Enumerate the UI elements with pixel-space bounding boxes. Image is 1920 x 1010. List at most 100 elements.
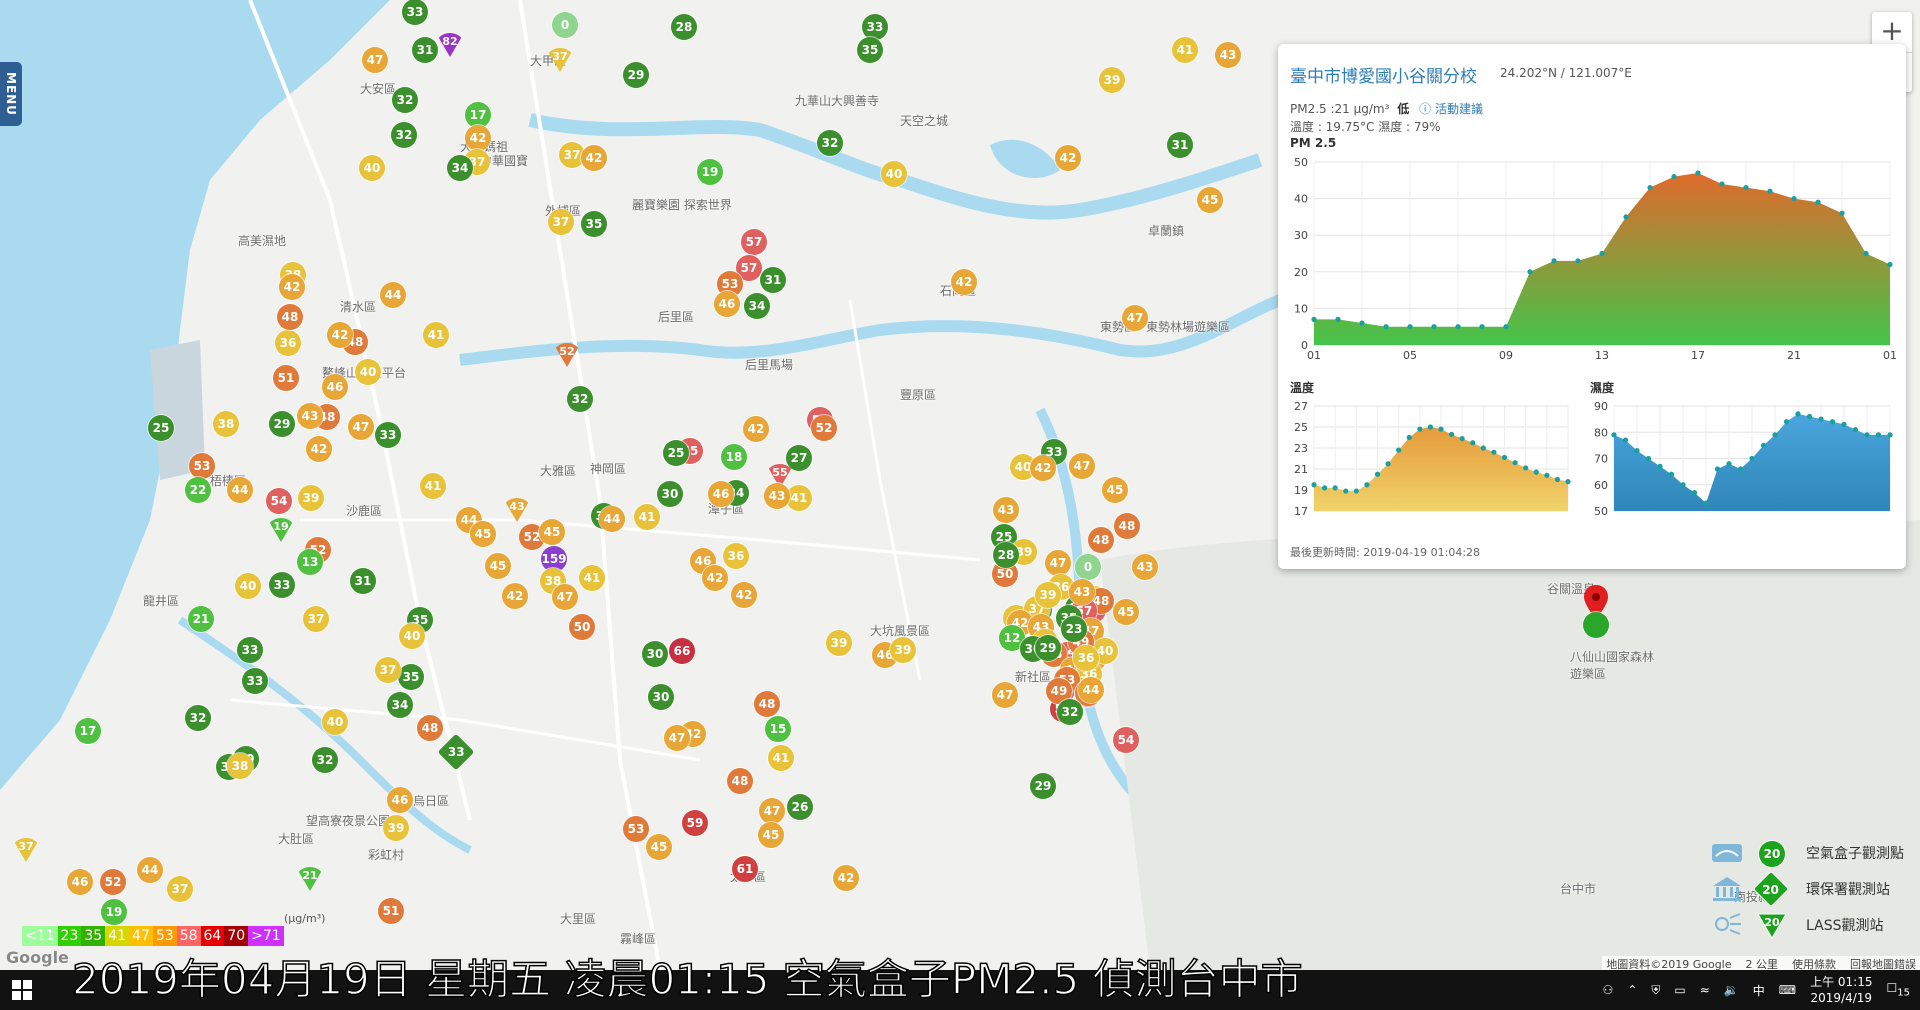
station-marker[interactable]: 39 bbox=[298, 485, 324, 511]
station-marker[interactable]: 39 bbox=[826, 630, 852, 656]
station-marker[interactable]: 40 bbox=[355, 359, 381, 385]
station-marker[interactable]: 32 bbox=[1057, 699, 1083, 725]
station-marker[interactable]: 19 bbox=[101, 899, 127, 925]
station-marker[interactable]: 40 bbox=[235, 573, 261, 599]
station-marker[interactable]: 35 bbox=[857, 37, 883, 63]
station-marker[interactable]: 44 bbox=[599, 506, 625, 532]
station-marker[interactable]: 46 bbox=[67, 869, 93, 895]
station-marker[interactable]: 29 bbox=[623, 62, 649, 88]
station-marker[interactable]: 33 bbox=[862, 14, 888, 40]
station-marker[interactable]: 82 bbox=[436, 33, 464, 57]
station-marker[interactable]: 32 bbox=[817, 130, 843, 156]
station-marker[interactable]: 33 bbox=[237, 637, 263, 663]
station-marker[interactable]: 19 bbox=[697, 159, 723, 185]
station-marker[interactable]: 38 bbox=[227, 753, 253, 779]
station-marker[interactable]: 30 bbox=[648, 684, 674, 710]
station-marker[interactable]: 39 bbox=[383, 815, 409, 841]
station-marker[interactable]: 17 bbox=[75, 718, 101, 744]
station-marker[interactable]: 59 bbox=[682, 810, 708, 836]
station-marker[interactable]: 42 bbox=[731, 582, 757, 608]
station-marker[interactable]: 54 bbox=[1113, 727, 1139, 753]
station-marker[interactable]: 0 bbox=[552, 12, 578, 38]
station-marker[interactable]: 48 bbox=[417, 715, 443, 741]
station-marker[interactable]: 61 bbox=[732, 856, 758, 882]
station-marker[interactable]: 43 bbox=[1069, 579, 1095, 605]
station-marker[interactable]: 45 bbox=[1113, 599, 1139, 625]
station-marker[interactable]: 42 bbox=[743, 416, 769, 442]
station-marker[interactable]: 32 bbox=[567, 386, 593, 412]
station-marker[interactable]: 43 bbox=[993, 497, 1019, 523]
station-marker[interactable]: 36 bbox=[723, 543, 749, 569]
station-marker[interactable]: 29 bbox=[1030, 773, 1056, 799]
station-marker[interactable]: 37 bbox=[546, 48, 574, 72]
station-marker[interactable]: 47 bbox=[1069, 453, 1095, 479]
station-marker[interactable]: 31 bbox=[1167, 132, 1193, 158]
station-marker[interactable]: 42 bbox=[279, 274, 305, 300]
station-marker[interactable]: 41 bbox=[634, 504, 660, 530]
station-marker[interactable]: 41 bbox=[423, 322, 449, 348]
station-marker[interactable]: 44 bbox=[137, 857, 163, 883]
station-marker[interactable]: 42 bbox=[833, 865, 859, 891]
station-marker[interactable]: 29 bbox=[269, 411, 295, 437]
station-marker[interactable]: 35 bbox=[398, 664, 424, 690]
station-marker[interactable]: 26 bbox=[787, 794, 813, 820]
station-marker[interactable]: 42 bbox=[327, 322, 353, 348]
station-marker[interactable]: 37 bbox=[167, 876, 193, 902]
station-marker[interactable]: 66 bbox=[669, 638, 695, 664]
selected-station-marker[interactable] bbox=[1583, 612, 1609, 638]
station-marker[interactable]: 15 bbox=[765, 716, 791, 742]
station-marker[interactable]: 52 bbox=[811, 415, 837, 441]
station-marker[interactable]: 45 bbox=[1102, 477, 1128, 503]
station-marker[interactable]: 41 bbox=[579, 565, 605, 591]
station-marker[interactable]: 51 bbox=[378, 898, 404, 924]
station-marker[interactable]: 33 bbox=[269, 572, 295, 598]
station-marker[interactable]: 47 bbox=[348, 414, 374, 440]
station-marker[interactable]: 45 bbox=[485, 553, 511, 579]
station-marker[interactable]: 46 bbox=[387, 787, 413, 813]
station-marker[interactable]: 42 bbox=[1055, 145, 1081, 171]
station-marker[interactable]: 43 bbox=[1132, 554, 1158, 580]
station-marker[interactable]: 47 bbox=[759, 798, 785, 824]
station-marker[interactable]: 42 bbox=[951, 269, 977, 295]
station-marker[interactable]: 43 bbox=[297, 403, 323, 429]
station-marker[interactable]: 25 bbox=[148, 415, 174, 441]
station-marker[interactable]: 40 bbox=[881, 161, 907, 187]
station-marker[interactable]: 22 bbox=[185, 477, 211, 503]
station-marker[interactable]: 0 bbox=[1075, 554, 1101, 580]
station-marker[interactable]: 37 bbox=[303, 606, 329, 632]
station-marker[interactable]: 31 bbox=[760, 267, 786, 293]
station-marker[interactable]: 42 bbox=[581, 145, 607, 171]
station-marker[interactable]: 43 bbox=[1215, 42, 1241, 68]
station-marker[interactable]: 48 bbox=[1088, 527, 1114, 553]
station-marker[interactable]: 42 bbox=[1030, 455, 1056, 481]
station-marker[interactable]: 33 bbox=[402, 0, 428, 25]
station-marker[interactable]: 41 bbox=[786, 485, 812, 511]
station-marker[interactable]: 43 bbox=[764, 483, 790, 509]
station-marker[interactable]: 48 bbox=[727, 768, 753, 794]
station-marker[interactable]: 50 bbox=[569, 614, 595, 640]
station-marker[interactable]: 47 bbox=[1045, 550, 1071, 576]
station-marker[interactable]: 41 bbox=[420, 473, 446, 499]
station-marker[interactable]: 40 bbox=[359, 155, 385, 181]
station-marker[interactable]: 32 bbox=[185, 705, 211, 731]
station-marker[interactable]: 36 bbox=[1073, 645, 1099, 671]
station-marker[interactable]: 47 bbox=[664, 725, 690, 751]
station-marker[interactable]: 43 bbox=[503, 498, 531, 522]
station-marker[interactable]: 21 bbox=[296, 867, 324, 891]
station-marker[interactable]: 39 bbox=[890, 637, 916, 663]
station-marker[interactable]: 53 bbox=[189, 453, 215, 479]
station-marker[interactable]: 47 bbox=[992, 682, 1018, 708]
station-marker[interactable]: 35 bbox=[581, 211, 607, 237]
station-marker[interactable]: 13 bbox=[297, 549, 323, 575]
station-marker[interactable]: 37 bbox=[375, 657, 401, 683]
station-marker[interactable]: 41 bbox=[768, 745, 794, 771]
station-marker[interactable]: 48 bbox=[277, 304, 303, 330]
station-marker[interactable]: 52 bbox=[100, 869, 126, 895]
station-marker[interactable]: 42 bbox=[306, 436, 332, 462]
station-marker[interactable]: 36 bbox=[275, 330, 301, 356]
station-marker[interactable]: 39 bbox=[1099, 67, 1125, 93]
station-marker[interactable]: 51 bbox=[273, 365, 299, 391]
station-marker[interactable]: 32 bbox=[392, 87, 418, 113]
station-marker[interactable]: 45 bbox=[758, 822, 784, 848]
station-marker[interactable]: 30 bbox=[642, 641, 668, 667]
